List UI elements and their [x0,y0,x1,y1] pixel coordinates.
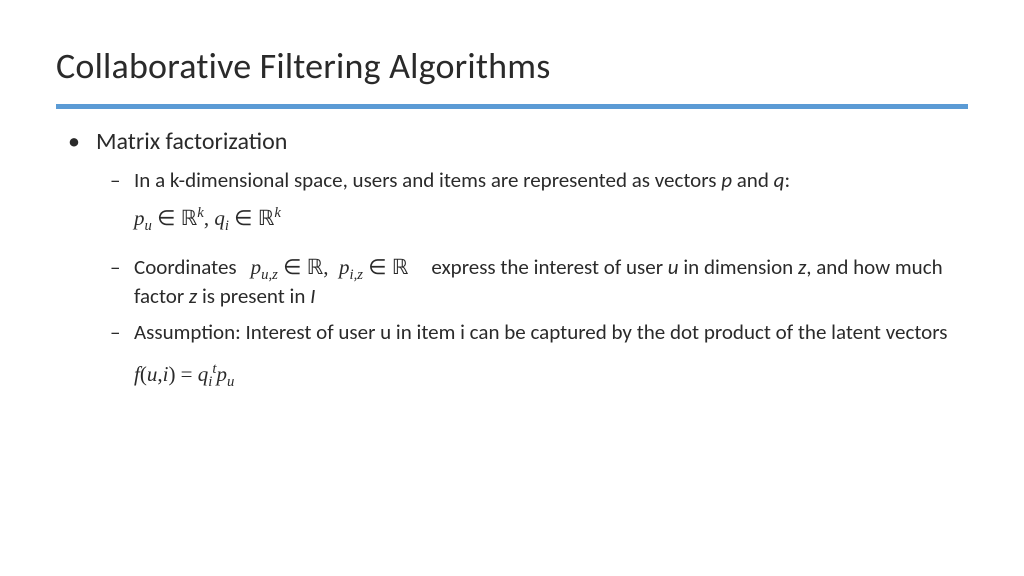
bullet-level2-a: – In a k-dimensional space, users and it… [110,166,968,194]
bullet-l2b-text: Coordinates pu,z ∈ ℝ, pi,z ∈ ℝ express t… [134,253,968,310]
slide-title: Collaborative Filtering Algorithms [56,44,968,88]
formula-coordinates: pu,z ∈ ℝ, pi,z ∈ ℝ [245,253,408,281]
bullet-l2a-text: In a k-dimensional space, users and item… [134,166,968,194]
bullet-l2c-text: Assumption: Interest of user u in item i… [134,318,968,346]
bullet-dash-icon: – [110,253,134,281]
bullet-dash-icon: – [110,166,134,194]
bullet-dash-icon: – [110,318,134,346]
title-divider [56,104,968,109]
bullet-level1: • Matrix factorization [68,127,968,156]
formula-vectors: pu ∈ ℝk, qi ∈ ℝk [134,206,968,231]
slide-content: • Matrix factorization – In a k-dimensio… [56,127,968,387]
bullet-level2-b: – Coordinates pu,z ∈ ℝ, pi,z ∈ ℝ express… [110,253,968,310]
formula-dotproduct: f(u,i) = qitpu [134,362,968,387]
bullet-l1-text: Matrix factorization [96,127,287,156]
bullet-dot-icon: • [68,127,96,156]
bullet-level2-c: – Assumption: Interest of user u in item… [110,318,968,346]
